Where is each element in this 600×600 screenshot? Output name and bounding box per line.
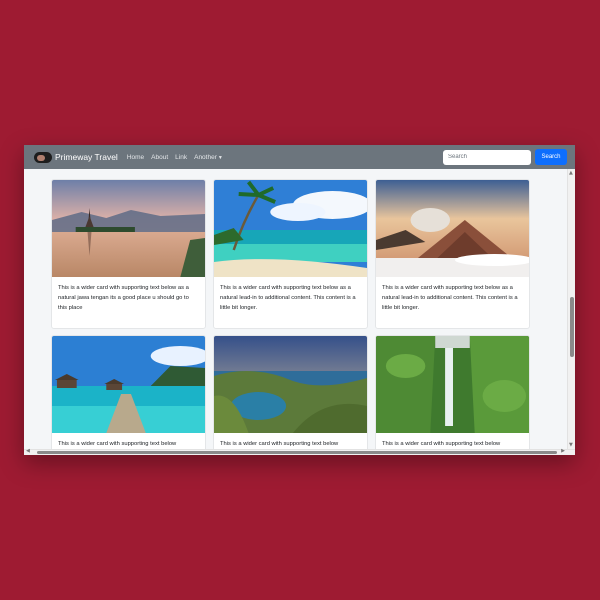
scroll-up-icon[interactable]: ▲ [569,170,573,176]
card-pier[interactable]: This is a wider card with supporting tex… [51,335,206,449]
search-input[interactable] [443,149,531,165]
nav-link-about[interactable]: About [151,154,168,161]
scroll-down-icon[interactable]: ▼ [569,442,573,448]
card-beach[interactable]: This is a wider card with supporting tex… [213,179,368,329]
tropical-beach-palm-photo [214,180,367,277]
card-text: This is a wider card with supporting tex… [382,285,518,311]
horizontal-scrollbar[interactable]: ◀ ▶ [24,448,575,455]
card-text: This is a wider card with supporting tex… [58,441,177,447]
card-waterfall[interactable]: This is a wider card with supporting tex… [375,335,530,449]
volcano-sunrise-photo [376,180,529,277]
browser-window: Primeway Travel Home About Link Another▼… [24,145,575,455]
brand-logo-icon [34,151,52,163]
search-form: Search [443,149,567,165]
pier-turquoise-sea-photo [52,336,205,433]
caret-down-icon: ▼ [217,154,223,161]
navbar-brand[interactable]: Primeway Travel [34,151,127,163]
card-text: This is a wider card with supporting tex… [220,441,339,447]
card-volcano[interactable]: This is a wider card with supporting tex… [375,179,530,329]
vertical-scroll-thumb[interactable] [570,297,574,357]
brand-name: Primeway Travel [55,152,118,162]
nav-dropdown-label: Another [194,153,217,161]
search-button[interactable]: Search [535,149,567,165]
nav-dropdown-another[interactable]: Another▼ [194,154,223,161]
card-text: This is a wider card with supporting tex… [58,285,189,311]
card-text: This is a wider card with supporting tex… [220,285,356,311]
card-island[interactable]: This is a wider card with supporting tex… [213,335,368,449]
scroll-right-icon[interactable]: ▶ [561,448,565,454]
nav-link-link[interactable]: Link [175,154,187,161]
island-bay-viewpoint-photo [214,336,367,433]
nav-link-home[interactable]: Home [127,154,144,161]
navbar: Primeway Travel Home About Link Another▼… [24,145,575,169]
bali-temple-lake-photo [52,180,205,277]
scroll-left-icon[interactable]: ◀ [26,448,30,454]
horizontal-scroll-thumb[interactable] [37,451,557,454]
card-bali[interactable]: This is a wider card with supporting tex… [51,179,206,329]
card-grid: This is a wider card with supporting tex… [24,169,567,449]
card-text: This is a wider card with supporting tex… [382,441,501,447]
jungle-waterfall-photo [376,336,529,433]
vertical-scrollbar[interactable]: ▲ ▼ [567,169,575,449]
